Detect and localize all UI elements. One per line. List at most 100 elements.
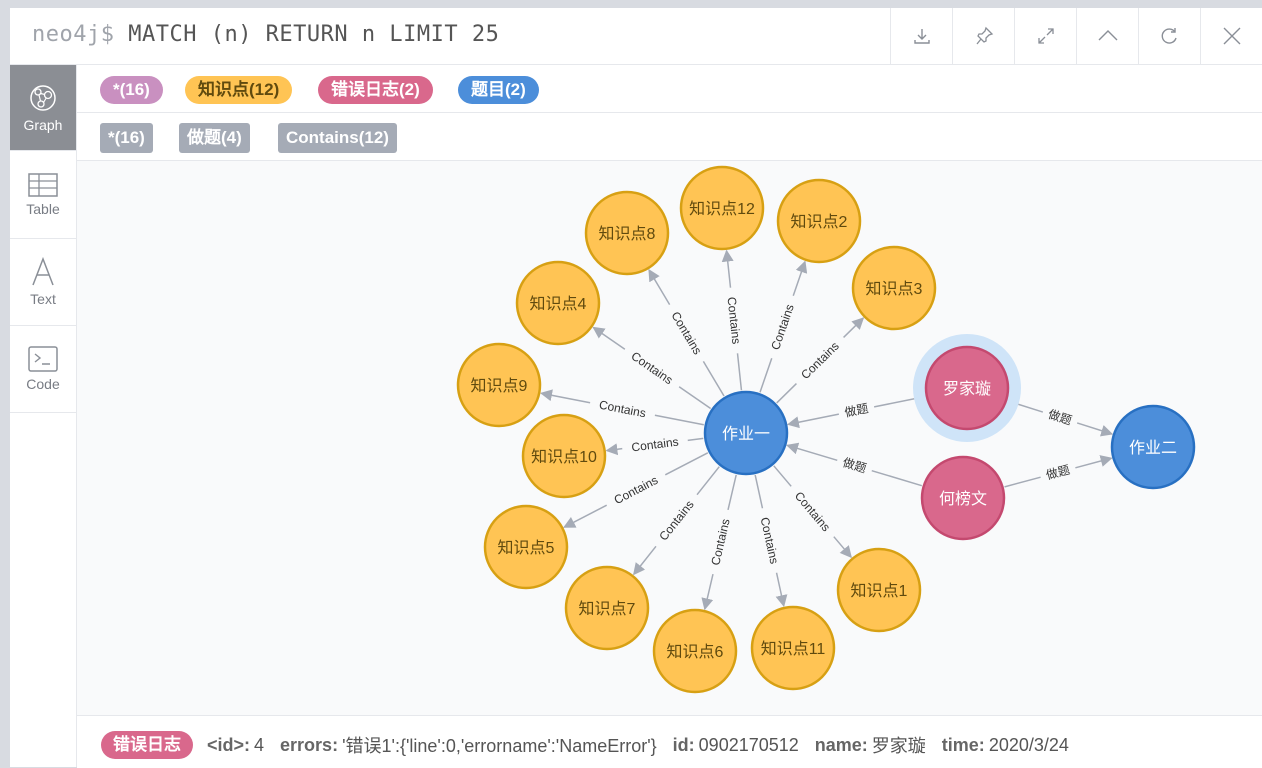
relationship-label: Contains: [612, 473, 661, 507]
node-caption: 知识点5: [498, 539, 555, 557]
table-icon: [28, 172, 58, 197]
node-caption: 知识点9: [471, 377, 528, 395]
node-caption: 知识点3: [866, 280, 923, 298]
prompt-text: neo4j$: [32, 22, 115, 47]
graph-node-k8[interactable]: 知识点8: [584, 190, 670, 276]
close-icon: [1223, 27, 1240, 45]
node-label-bar: *(16) 知识点(12) 错误日志(2) 题目(2): [77, 65, 1262, 113]
node-caption: 知识点7: [579, 600, 636, 618]
sidebar-item-label: Text: [30, 291, 56, 307]
prop-value: '错误1':{'line':0,'errorname':'NameError'}: [342, 736, 657, 756]
rerun-button[interactable]: [1138, 8, 1200, 64]
graph-node-k4[interactable]: 知识点4: [515, 260, 601, 346]
code-icon: [28, 346, 58, 372]
prop-key: <id>:: [207, 734, 251, 755]
relationship-Contains[interactable]: Contains: [773, 465, 852, 559]
relationship-做题[interactable]: 做题: [1007, 400, 1114, 437]
relationship-label: Contains: [598, 398, 647, 421]
relationship-label: Contains: [725, 296, 744, 345]
node-caption: 知识点2: [791, 213, 848, 231]
sidebar-item-label: Code: [26, 376, 60, 392]
graph-svg[interactable]: Contains ContainsContainsContainsContains…: [77, 161, 1262, 715]
relationship-做题[interactable]: 做题: [786, 442, 923, 487]
sidebar-item-code[interactable]: Code: [10, 326, 76, 413]
label-pill-errorlog[interactable]: 错误日志(2): [318, 76, 433, 104]
relationship-label: 做题: [841, 454, 868, 475]
label-pill-all[interactable]: *(16): [100, 76, 163, 104]
sidebar-item-graph[interactable]: Graph: [10, 65, 76, 151]
graph-node-k1[interactable]: 知识点1: [836, 547, 922, 633]
graph-node-k9[interactable]: 知识点9: [456, 342, 542, 428]
graph-node-zy1[interactable]: 作业一: [703, 390, 789, 476]
relationship-label: Contains: [708, 517, 732, 566]
node-caption: 知识点8: [599, 225, 656, 243]
fullscreen-button[interactable]: [1014, 8, 1076, 64]
graph-node-k5[interactable]: 知识点5: [483, 504, 569, 590]
graph-node-k2[interactable]: 知识点2: [776, 178, 862, 264]
download-icon: [913, 29, 930, 44]
collapse-icon: [1098, 30, 1117, 41]
relationship-Contains[interactable]: Contains: [701, 474, 737, 611]
prop-value: 罗家璇: [871, 736, 926, 756]
relationship-Contains[interactable]: Contains: [721, 249, 744, 391]
graph-node-k3[interactable]: 知识点3: [851, 245, 937, 331]
relationship-label: 做题: [1044, 462, 1071, 483]
relationship-Contains[interactable]: Contains: [605, 435, 704, 456]
graph-node-ljx[interactable]: 罗家璇: [913, 334, 1021, 442]
graph-node-zy2[interactable]: 作业二: [1110, 404, 1196, 490]
status-label-badge[interactable]: 错误日志: [101, 731, 193, 759]
prop-key: errors:: [280, 734, 339, 755]
pin-icon: [975, 26, 993, 45]
relationship-label: Contains: [668, 309, 704, 357]
sidebar-item-text[interactable]: Text: [10, 239, 76, 326]
node-caption: 作业二: [1129, 439, 1177, 457]
query-editor[interactable]: neo4j$ MATCH (n) RETURN n LIMIT 25: [32, 22, 499, 47]
sidebar-item-label: Table: [26, 200, 60, 217]
command-bar: neo4j$ MATCH (n) RETURN n LIMIT 25: [10, 8, 1262, 65]
expand-icon: [1037, 28, 1054, 44]
prop-key: id:: [672, 734, 695, 755]
label-pill-knowledge[interactable]: 知识点(12): [185, 76, 293, 104]
sidebar-item-label: Graph: [23, 116, 63, 133]
relationship-做题[interactable]: 做题: [1004, 455, 1113, 488]
rel-tag-all[interactable]: *(16): [100, 123, 153, 153]
graph-node-k12[interactable]: 知识点12: [679, 165, 765, 251]
graph-node-k6[interactable]: 知识点6: [652, 608, 738, 694]
node-caption: 知识点1: [851, 582, 908, 600]
relationship-label: Contains: [792, 489, 833, 534]
graph-node-k7[interactable]: 知识点7: [564, 565, 650, 651]
pin-button[interactable]: [952, 8, 1014, 64]
graph-canvas[interactable]: Contains Contains Contains Contains Contains…: [77, 161, 1262, 715]
relationship-Contains[interactable]: Contains: [776, 317, 865, 404]
relationship-label: Contains: [631, 435, 680, 455]
close-button[interactable]: [1200, 8, 1262, 64]
relationship-Contains[interactable]: Contains: [754, 474, 788, 608]
sidebar-item-table[interactable]: Table: [10, 151, 76, 239]
graph-node-hbw[interactable]: 何榜文: [920, 455, 1006, 541]
refresh-icon: [1161, 28, 1177, 44]
view-sidebar: Graph Table Text Code: [10, 65, 77, 767]
node-caption: 知识点4: [530, 295, 587, 313]
graph-node-k10[interactable]: 知识点10: [521, 413, 607, 499]
graph-node-k11[interactable]: 知识点11: [750, 605, 836, 691]
prop-value: 0902170512: [698, 734, 799, 755]
relationship-label: Contains: [768, 302, 797, 351]
node-caption: 作业一: [722, 425, 770, 443]
label-pill-question[interactable]: 题目(2): [458, 76, 539, 104]
prop-key: name:: [814, 734, 868, 755]
query-text: MATCH (n) RETURN n LIMIT 25: [128, 22, 500, 47]
graph-icon: [30, 84, 56, 111]
prop-value: 2020/3/24: [988, 734, 1069, 755]
rel-tag-zuoti[interactable]: 做题(4): [179, 123, 250, 153]
node-caption: 何榜文: [939, 490, 987, 508]
rel-tag-contains[interactable]: Contains(12): [278, 123, 397, 153]
relationship-label: Contains: [798, 339, 842, 382]
relationship-做题[interactable]: 做题: [786, 395, 926, 429]
result-frame: neo4j$ MATCH (n) RETURN n LIMIT 25 Graph…: [10, 8, 1262, 768]
properties-bar: 错误日志 <id>: 4 errors: '错误1':{'line':0,'erro…: [77, 715, 1262, 768]
download-button[interactable]: [890, 8, 952, 64]
relationship-label: Contains: [629, 349, 676, 387]
node-caption: 知识点10: [531, 448, 597, 466]
collapse-button[interactable]: [1076, 8, 1138, 64]
node-caption: 知识点11: [761, 640, 826, 658]
